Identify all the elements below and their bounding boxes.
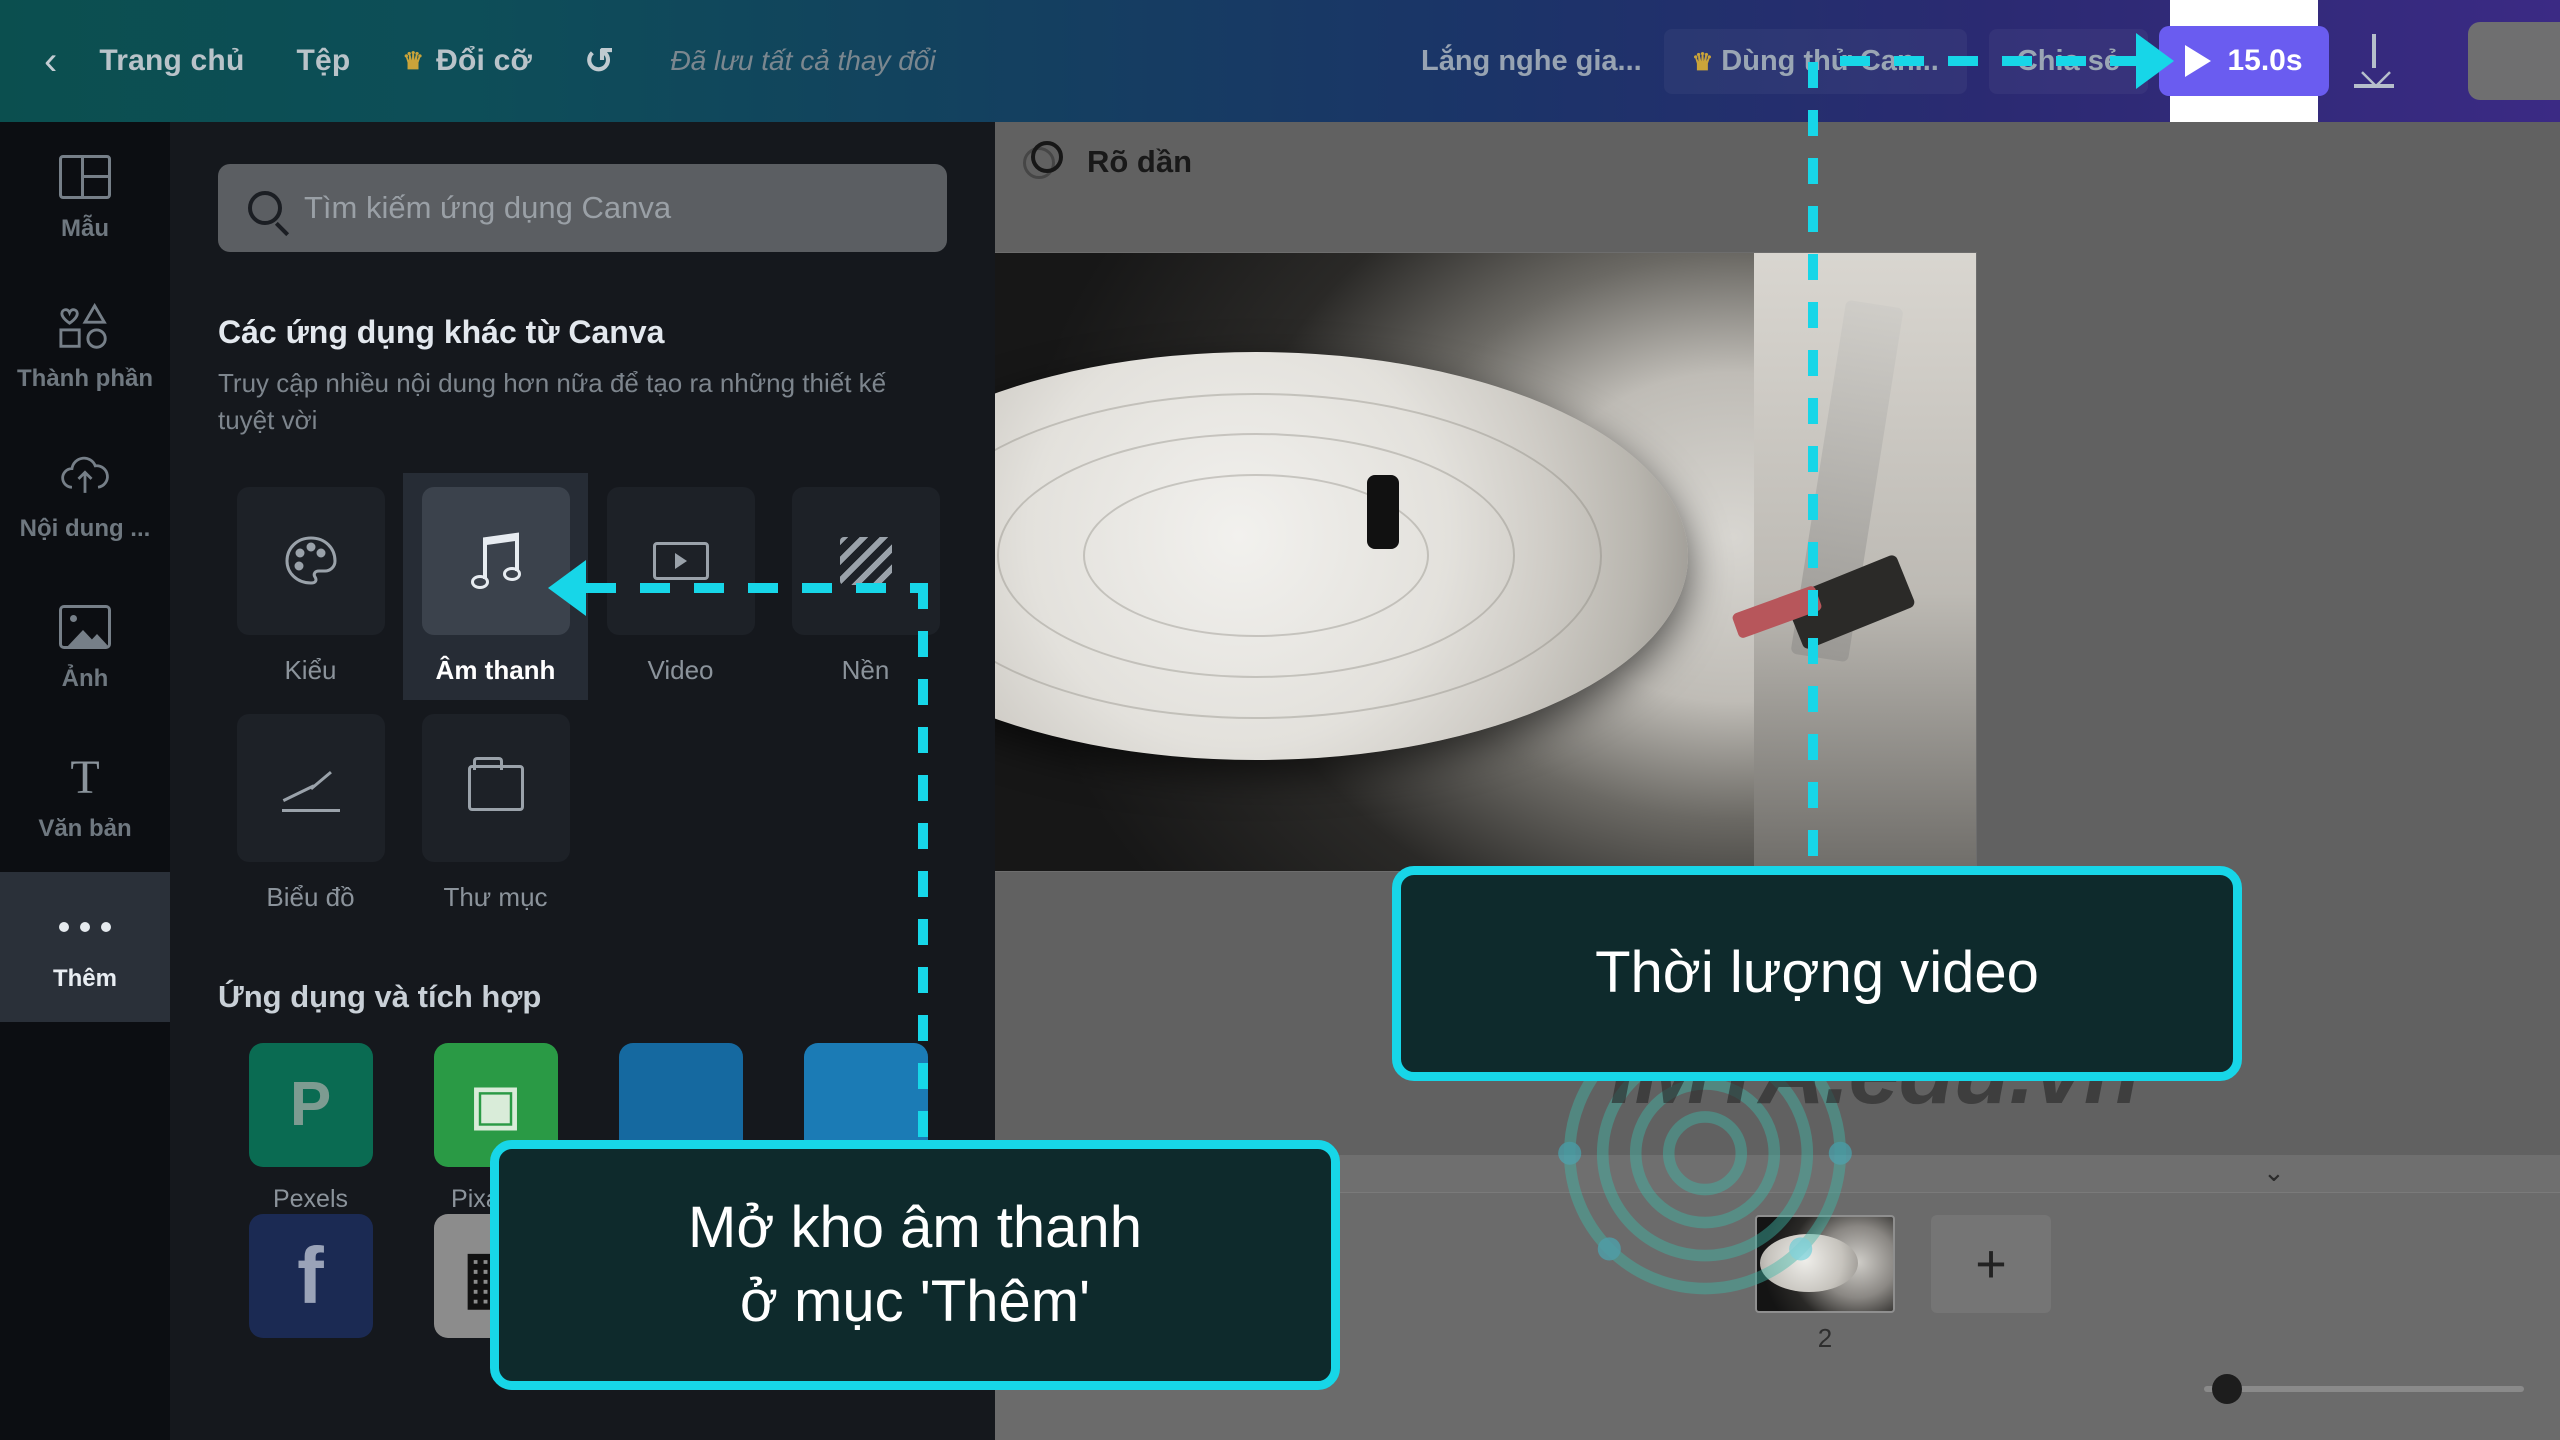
app-label-charts: Biểu đồ (266, 881, 355, 912)
audio-pointer-line (918, 583, 928, 1143)
play-duration-button[interactable]: 15.0s (2159, 26, 2329, 96)
video-icon (606, 486, 755, 635)
undo-icon: ↺ (584, 40, 615, 81)
sidebar-label-templates: Mẫu (61, 215, 109, 243)
effect-label[interactable]: Rõ dần (1087, 144, 1192, 180)
sidebar-item-templates[interactable]: Mẫu (0, 122, 170, 272)
account-chip[interactable] (2468, 22, 2560, 100)
app-label-background: Nền (841, 654, 890, 685)
top-right-overflow (2430, 0, 2560, 122)
app-label-audio: Âm thanh (435, 654, 556, 685)
sidebar-item-elements[interactable]: Thành phần (0, 272, 170, 422)
page-number: 2 (1817, 1323, 1833, 1353)
facebook-glyph: f (297, 1230, 324, 1320)
upload-cloud-icon (58, 452, 112, 502)
folder-icon (421, 713, 570, 862)
top-toolbar-left: ‹ Trang chủ Tệp ♛ Đổi cỡ ↺ Đã lưu tất cả… (0, 26, 936, 96)
sidebar-label-uploads: Nội dung ... (19, 515, 151, 543)
resize-button[interactable]: ♛ Đổi cỡ (376, 30, 558, 92)
duration-pointer-line (1808, 62, 1818, 882)
back-icon[interactable]: ‹ (44, 41, 73, 81)
callout-duration-text: Thời lượng video (1595, 940, 2039, 1006)
fade-circles-icon (1023, 141, 1065, 183)
integration-facebook[interactable]: f (218, 1213, 403, 1356)
template-icon (58, 152, 112, 202)
palette-icon (236, 486, 385, 635)
app-tile-charts[interactable]: Biểu đồ (218, 700, 403, 927)
crown-icon: ♛ (402, 47, 425, 75)
effect-bar: Rõ dần (995, 122, 2560, 202)
crown-icon-trial: ♛ (1691, 48, 1714, 76)
callout-audio-line1: Mở kho âm thanh (688, 1194, 1142, 1260)
duration-arrow-head (2136, 33, 2174, 89)
sidebar-item-uploads[interactable]: Nội dung ... (0, 422, 170, 572)
plus-icon: + (1975, 1234, 2007, 1294)
duration-highlight-frame: 15.0s (2159, 0, 2329, 122)
top-toolbar: ‹ Trang chủ Tệp ♛ Đổi cỡ ↺ Đã lưu tất cả… (0, 0, 2560, 122)
callout-audio-box: Mở kho âm thanh ở mục 'Thêm' (490, 1140, 1340, 1390)
facebook-icon: f (248, 1213, 373, 1338)
duration-label: 15.0s (2227, 44, 2303, 77)
more-dots-icon (58, 902, 112, 952)
search-input[interactable] (304, 190, 917, 226)
pexels-icon: P (248, 1042, 373, 1167)
undo-button[interactable]: ↺ (558, 26, 640, 96)
audio-arrow-line (586, 583, 926, 593)
elements-icon (58, 302, 112, 352)
add-page-button[interactable]: + (1931, 1215, 2051, 1313)
listening-button[interactable]: Lắng nghe gia... (1399, 29, 1664, 94)
app-search-box[interactable] (218, 164, 947, 252)
app-label-folders: Thư mục (443, 881, 548, 912)
audio-arrow-head (548, 560, 586, 616)
app-label-styles: Kiểu (284, 654, 337, 685)
app-tile-folders[interactable]: Thư mục (403, 700, 588, 927)
photo-icon (58, 602, 112, 652)
zoom-slider-knob[interactable] (2212, 1374, 2242, 1404)
zoom-slider[interactable] (2204, 1374, 2524, 1404)
resize-label: Đổi cỡ (436, 44, 533, 77)
pexels-glyph: P (289, 1070, 332, 1140)
sidebar-label-photos: Ảnh (61, 665, 109, 693)
music-note-glyph (469, 532, 523, 589)
sidebar-item-more[interactable]: Thêm (0, 872, 170, 1022)
saved-status: Đã lưu tất cả thay đổi (670, 45, 936, 76)
chart-icon (236, 713, 385, 862)
sidebar-label-elements: Thành phần (17, 365, 153, 393)
integration-label-pexels: Pexels (272, 1184, 349, 1213)
home-button[interactable]: Trang chủ (73, 30, 270, 92)
callout-audio-line2: ở mục 'Thêm' (739, 1269, 1091, 1334)
download-button[interactable] (2318, 0, 2430, 122)
panel-section-title: Các ứng dụng khác từ Canva (218, 314, 665, 350)
app-label-video: Video (647, 654, 714, 685)
sidebar-item-photos[interactable]: Ảnh (0, 572, 170, 722)
sidebar-item-text[interactable]: T Văn bản (0, 722, 170, 872)
home-label: Trang chủ (99, 44, 245, 77)
file-label: Tệp (296, 44, 351, 77)
callout-duration-box: Thời lượng video (1392, 866, 2242, 1081)
panel-section-subtitle: Truy cập nhiều nội dung hơn nữa để tạo r… (218, 368, 887, 435)
left-rail: Mẫu Thành phần Nội dung ... Ảnh T Văn bả… (0, 122, 170, 1440)
integration-pexels[interactable]: P Pexels (218, 1042, 403, 1214)
app-tile-styles[interactable]: Kiểu (218, 473, 403, 700)
duration-arrow-line (1840, 56, 2140, 66)
search-icon (248, 191, 282, 225)
file-menu-button[interactable]: Tệp (270, 30, 376, 92)
text-icon: T (70, 750, 100, 804)
download-icon (2351, 34, 2397, 88)
callout-duration: Thời lượng video (1392, 866, 2242, 1081)
chevron-down-icon[interactable]: ⌄ (2263, 1157, 2285, 1188)
sidebar-label-text: Văn bản (38, 815, 132, 843)
integrations-title: Ứng dụng và tích hợp (218, 978, 542, 1014)
play-icon (2185, 45, 2212, 77)
callout-audio: Mở kho âm thanh ở mục 'Thêm' (490, 1140, 1340, 1390)
pixabay-glyph: ▣ (469, 1075, 522, 1136)
sidebar-label-more: Thêm (52, 965, 117, 993)
canva-apps-grid: Kiểu Âm thanh Video Nền Biểu đồ Thư mục (218, 472, 958, 927)
